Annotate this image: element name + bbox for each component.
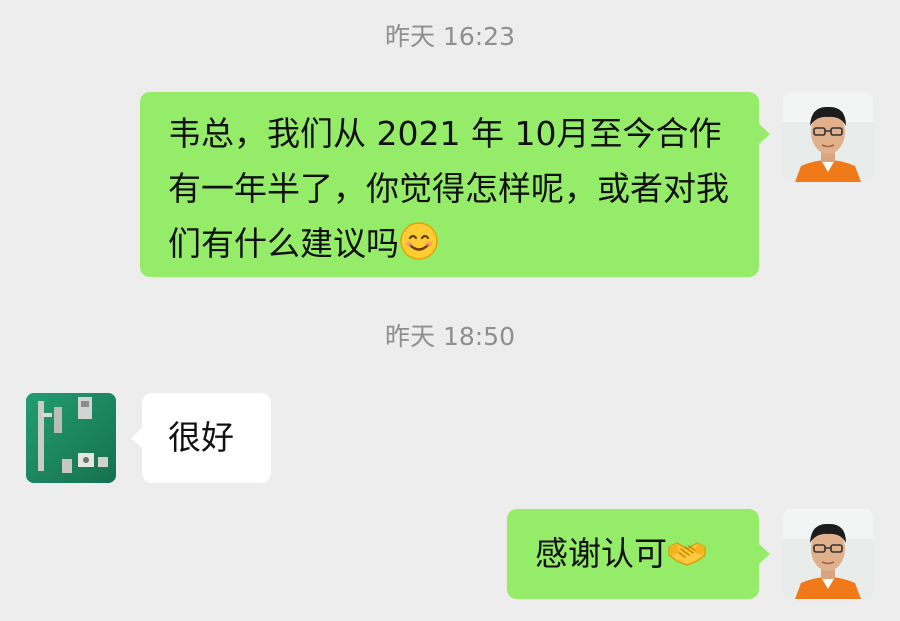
message-text: 感谢认可 [535,534,667,573]
contact-avatar[interactable] [26,393,116,483]
bubble-tail [759,124,770,144]
message-text: 韦总，我们从 2021 年 10月至今合作有一年半了，你觉得怎样呢，或者对我们有… [168,114,729,263]
my-avatar[interactable] [783,509,873,599]
bubble-tail [131,428,142,448]
timestamp: 昨天 18:50 [385,322,515,351]
timestamp: 昨天 16:23 [385,22,515,51]
handshake-icon [667,531,707,571]
my-avatar[interactable] [783,92,873,182]
message-bubble-sent[interactable]: 韦总，我们从 2021 年 10月至今合作有一年半了，你觉得怎样呢，或者对我们有… [140,92,759,277]
smiling-face-icon [399,221,439,261]
message-bubble-received[interactable]: 很好 [142,393,271,483]
bubble-tail [759,544,770,564]
message-bubble-sent[interactable]: 感谢认可 [507,509,759,599]
message-text: 很好 [168,418,234,457]
